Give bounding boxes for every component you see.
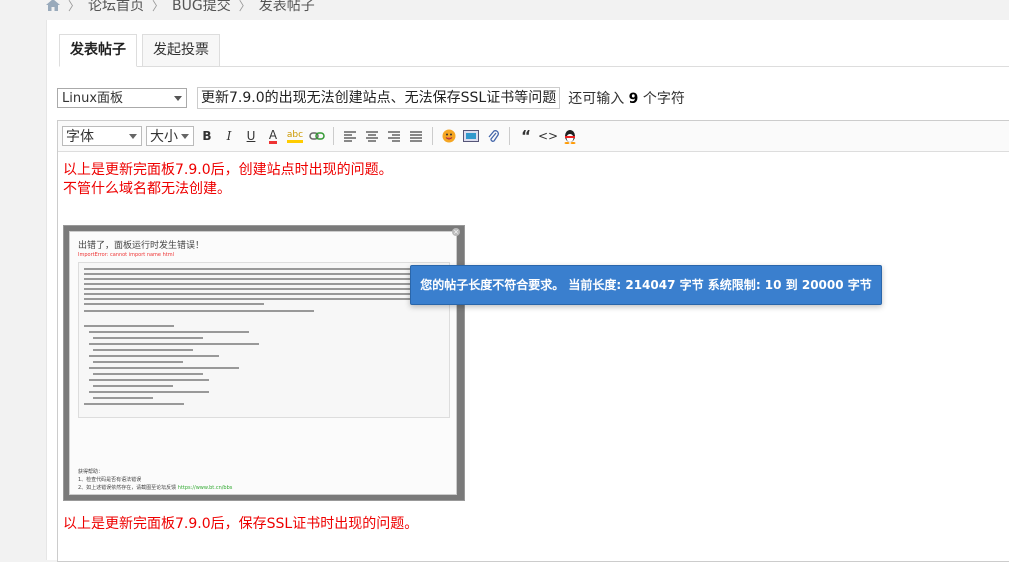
align-left-icon[interactable]: [341, 127, 359, 145]
toolbar-divider: [432, 127, 433, 145]
traceback-box: [78, 262, 450, 418]
error-page-title: 出错了，面板运行时发生错误！: [78, 241, 205, 251]
remaining-chars: 还可输入 9 个字符: [568, 88, 685, 108]
remaining-suffix: 个字符: [642, 91, 685, 107]
font-color-icon[interactable]: A: [264, 127, 282, 145]
footer-text: 获得帮助：: [78, 469, 104, 475]
quote-icon[interactable]: “: [517, 127, 535, 145]
code-icon[interactable]: <>: [538, 127, 558, 145]
subject-input[interactable]: 更新7.9.0的出现无法创建站点、无法保存SSL证书等问题: [197, 87, 561, 109]
content-line: 以上是更新完面板7.9.0后，创建站点时出现的问题。: [63, 162, 393, 178]
font-family-select[interactable]: 字体: [62, 126, 142, 146]
editor-content[interactable]: 以上是更新完面板7.9.0后，创建站点时出现的问题。 不管什么域名都无法创建。 …: [63, 161, 1009, 561]
align-right-icon[interactable]: [385, 127, 403, 145]
remaining-count: 9: [628, 91, 639, 107]
chevron-down-icon: [174, 96, 182, 101]
remaining-prefix: 还可输入: [568, 91, 625, 107]
background-color-icon[interactable]: abc: [286, 127, 304, 145]
breadcrumb-item-forum-home[interactable]: 论坛首页: [88, 0, 144, 15]
font-family-value: 字体: [66, 129, 94, 145]
chevron-down-icon: [129, 134, 137, 139]
underline-icon[interactable]: U: [242, 127, 260, 145]
align-justify-icon[interactable]: [407, 127, 425, 145]
category-select[interactable]: Linux面板: [57, 88, 187, 108]
align-center-icon[interactable]: [363, 127, 381, 145]
breadcrumb-item-bug-submit[interactable]: BUG提交: [172, 0, 231, 15]
editor-toolbar: 字体 大小 B I U A abc “ <>: [58, 121, 1009, 152]
error-page-footer: 获得帮助： 1、检查代码是否有语法错误 2、如上述错误依然存在，请截图至论坛反馈…: [78, 468, 232, 492]
title-row: Linux面板 更新7.9.0的出现无法创建站点、无法保存SSL证书等问题 还可…: [57, 87, 685, 109]
chevron-down-icon: [181, 134, 189, 139]
breadcrumb-separator-icon: 〉: [238, 0, 251, 13]
qq-icon[interactable]: [561, 127, 579, 145]
breadcrumb-separator-icon: 〉: [152, 0, 165, 13]
toolbar-divider: [509, 127, 510, 145]
close-icon: ×: [452, 228, 460, 236]
image-icon[interactable]: [462, 127, 480, 145]
error-toast: 您的帖子长度不符合要求。 当前长度: 214047 字节 系统限制: 10 到 …: [410, 265, 882, 305]
embedded-screenshot[interactable]: × 出错了，面板运行时发生错误！ ImportError: cannot imp…: [63, 225, 465, 501]
footer-text: 1、检查代码是否有语法错误: [78, 477, 142, 483]
footer-text: 2、如上述错误依然存在，请截图至论坛反馈 https://www.bt.cn/b…: [78, 485, 233, 491]
breadcrumb-separator-icon: 〉: [68, 0, 81, 13]
breadcrumb: 〉 论坛首页 〉 BUG提交 〉 发表帖子: [46, 0, 315, 14]
home-icon[interactable]: [46, 0, 60, 11]
error-page-image: × 出错了，面板运行时发生错误！ ImportError: cannot imp…: [69, 228, 460, 495]
rich-text-editor: 字体 大小 B I U A abc “ <> 以上是更新完面板7.9.0后，创建…: [57, 120, 1009, 562]
post-tabs: 发表帖子 发起投票: [59, 34, 1009, 67]
font-size-value: 大小: [150, 129, 178, 145]
content-line: 以上是更新完面板7.9.0后，保存SSL证书时出现的问题。: [63, 516, 419, 532]
tab-poll[interactable]: 发起投票: [142, 34, 220, 67]
font-size-select[interactable]: 大小: [146, 126, 194, 146]
toolbar-divider: [333, 127, 334, 145]
link-icon[interactable]: [308, 127, 326, 145]
emoji-icon[interactable]: [440, 127, 458, 145]
error-page-message: ImportError: cannot import name html: [78, 252, 174, 258]
italic-icon[interactable]: I: [220, 127, 238, 145]
attachment-icon[interactable]: [484, 127, 502, 145]
tab-post[interactable]: 发表帖子: [59, 34, 137, 67]
bold-icon[interactable]: B: [198, 127, 216, 145]
content-line: 不管什么域名都无法创建。: [63, 181, 231, 197]
category-select-value: Linux面板: [62, 91, 124, 106]
breadcrumb-item-post: 发表帖子: [258, 0, 315, 14]
traceback-text-image: [84, 268, 442, 405]
